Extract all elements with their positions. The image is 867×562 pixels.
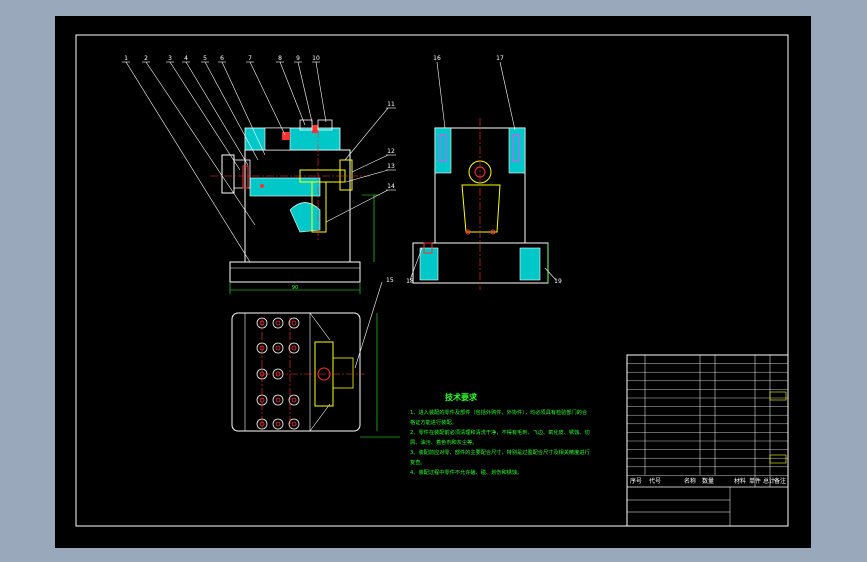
hatched-cap <box>244 127 341 151</box>
part-number-label: 11 <box>387 101 395 108</box>
part-number-label: 13 <box>387 163 395 170</box>
dimension-label: 90 <box>292 285 298 291</box>
part-number-label: 6 <box>220 55 224 62</box>
title-block-header: 名称 <box>684 477 696 485</box>
notes-line: 复查。 <box>410 458 426 466</box>
part-number-label: 8 <box>278 55 282 62</box>
title-block: 序号 代号 名称 数量 材料 单件 总计 备注 <box>626 354 789 527</box>
part-number-label: 10 <box>312 55 320 62</box>
part-number-label: 17 <box>496 55 504 62</box>
notes-line: 4、装配过程中零件不允许磕、碰、划伤和锈蚀。 <box>410 468 522 476</box>
part-numbers-right: 11 12 13 14 <box>386 101 396 191</box>
part-number-label: 7 <box>248 55 252 62</box>
part-number-label: 19 <box>554 278 562 285</box>
notes-line: 2、零件在装配前必须清理和清洗干净，不得有毛刺、飞边、氧化皮、锈蚀、切 <box>410 428 590 436</box>
side-clamp-arm <box>461 184 501 233</box>
base-plate <box>229 261 361 283</box>
part-number-label: 12 <box>387 148 395 155</box>
notes-title: 技术要求 <box>445 392 478 402</box>
part-numbers-top: 1 2 3 4 5 6 7 8 9 10 <box>122 55 320 63</box>
cad-drawing: 90 1 2 3 4 5 6 7 8 9 10 11121314 16 1718… <box>75 34 789 527</box>
knob <box>221 154 235 194</box>
notes-line: 屑、油污、着色剂和灰尘等。 <box>410 438 477 446</box>
title-block-header: 单件 总计 <box>749 477 775 485</box>
part-number-label: 1 <box>124 55 128 62</box>
notes-line: 格证方能进行装配。 <box>410 418 457 426</box>
notes-line: 1、进入装配的零件及部件（包括外购件、外协件），均必须具有检验部门的合 <box>410 408 588 416</box>
title-block-header: 备注 <box>774 477 786 485</box>
side-view <box>409 61 557 290</box>
title-block-header: 材料 <box>734 477 746 485</box>
plan-view <box>231 281 400 438</box>
title-block-header: 数量 <box>702 477 714 485</box>
part-number-label: 9 <box>296 55 300 62</box>
plan-holes <box>256 317 300 430</box>
technical-requirements: 技术要求 1、进入装配的零件及部件（包括外购件、外协件），均必须具有检验部门的合… <box>410 392 590 476</box>
notes-line: 3、装配前应对零、部件的主要配合尺寸，特别是过盈配合尺寸及相关精度进行 <box>410 448 590 456</box>
part-number-label: 2 <box>144 55 148 62</box>
part-number-label: 4 <box>184 55 188 62</box>
title-block-header: 序号 <box>630 477 642 485</box>
part-number-label: 5 <box>203 55 207 62</box>
leader-lines-right <box>325 107 389 223</box>
part-number-label: 3 <box>168 55 172 62</box>
plan-outline <box>231 312 361 432</box>
part-number-label: 16 <box>433 55 441 62</box>
leader-lines <box>125 61 327 263</box>
title-block-header: 代号 <box>649 477 661 485</box>
part-number-label: 14 <box>387 183 395 190</box>
part-number-plan: 15 <box>386 277 394 284</box>
part-number-label: 18 <box>406 278 414 285</box>
